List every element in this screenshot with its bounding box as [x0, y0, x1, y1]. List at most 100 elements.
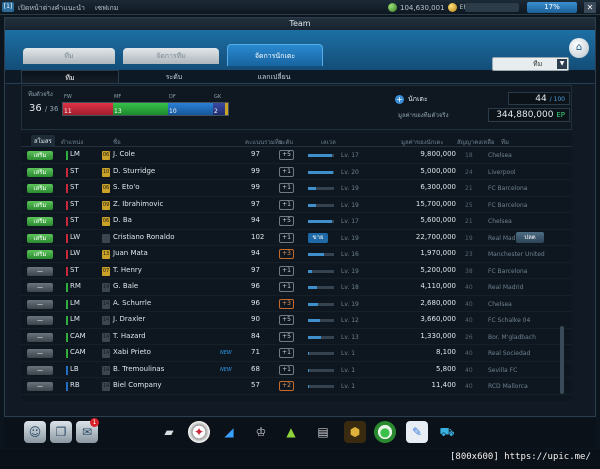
medal-icon[interactable]: ⬢: [344, 421, 366, 443]
table-row[interactable]: — LB 14 B. Tremoulinas NEW 68 +1 Lv. 1 5,800 40 Se…: [21, 362, 572, 378]
player-name[interactable]: Xabi Prieto: [113, 348, 151, 356]
table-row[interactable]: เสริม LW 13 Juan Mata 94 +3 Lv. 16 1,970,000 23 M…: [21, 246, 572, 263]
cards-icon[interactable]: ❐: [50, 421, 72, 443]
status-badge[interactable]: —: [27, 316, 53, 325]
mf-segment: MF 13: [113, 94, 168, 115]
position-color-marker: [66, 382, 68, 391]
team-value-unit: EP: [556, 111, 565, 119]
col-contract[interactable]: สัญญาคงเหลือ: [457, 137, 495, 147]
col-status[interactable]: สโมสร: [31, 135, 55, 147]
subtab-team[interactable]: ทีม: [21, 70, 119, 84]
table-row[interactable]: — RM 14 G. Bale 96 +1 Lv. 18 4,110,000 40 Real Ma…: [21, 279, 572, 296]
table-row[interactable]: — LM 14 A. Schurrle 96 +3 Lv. 19 2,680,000 40 Che…: [21, 296, 572, 312]
contract-remaining: 18: [465, 152, 473, 159]
status-badge[interactable]: เสริม: [27, 217, 53, 226]
tab-team[interactable]: ทีม: [23, 48, 115, 64]
player-team: FC Barcelona: [488, 185, 528, 192]
subtab-level[interactable]: ระดับ: [125, 70, 223, 84]
player-ovr: 102: [251, 232, 265, 241]
status-badge[interactable]: เสริม: [27, 167, 53, 177]
player-team: FC Barcelona: [488, 267, 528, 275]
release-button[interactable]: ปลด: [516, 231, 544, 243]
status-badge[interactable]: —: [27, 349, 53, 358]
player-name[interactable]: A. Schurrle: [113, 299, 151, 307]
status-badge[interactable]: —: [27, 332, 53, 342]
table-row[interactable]: — LM 14 J. Draxler 90 +5 Lv. 12 3,660,000 40 FC S…: [21, 312, 572, 329]
table-scrollbar[interactable]: [560, 326, 564, 394]
status-badge[interactable]: —: [27, 365, 53, 375]
tab-manage-team[interactable]: จัดการทีม: [123, 48, 219, 64]
player-name[interactable]: J. Draxler: [113, 315, 145, 323]
player-name[interactable]: Z. Ibrahimovic: [113, 200, 163, 208]
level-progress-fill: [308, 203, 316, 207]
status-badge[interactable]: เสริม: [27, 151, 53, 160]
status-badge[interactable]: —: [27, 382, 53, 391]
player-name[interactable]: Juan Mata: [113, 249, 148, 257]
player-name[interactable]: Cristiano Ronaldo: [113, 233, 175, 241]
player-level: Lv. 20: [341, 168, 359, 176]
col-level[interactable]: ระดับ: [279, 137, 293, 147]
club-icon[interactable]: ●: [374, 421, 396, 443]
ball-icon[interactable]: ✦: [188, 421, 210, 443]
col-exp[interactable]: เลเวล: [321, 137, 336, 147]
player-name[interactable]: J. Cole: [113, 150, 135, 158]
cone-icon[interactable]: ▲: [280, 421, 302, 443]
season-badge: 09: [102, 200, 110, 210]
player-name[interactable]: D. Sturridge: [113, 167, 155, 175]
status-badge[interactable]: เสริม: [27, 233, 53, 243]
status-badge[interactable]: —: [27, 299, 53, 309]
status-badge[interactable]: เสริม: [27, 200, 53, 210]
col-ovr[interactable]: คะแนนรวมทีม: [245, 137, 283, 147]
table-row[interactable]: เสริม LM 06 J. Cole 97 +5 Lv. 17 9,800,000 18 Che…: [21, 147, 572, 164]
player-name[interactable]: Biel Company: [113, 381, 162, 389]
home-icon[interactable]: ⌂: [569, 38, 589, 58]
col-position[interactable]: ตำแหน่ง: [61, 137, 83, 147]
table-row[interactable]: เสริม ST 06 D. Ba 94 +5 Lv. 17 5,600,000 21 Chels…: [21, 213, 572, 230]
player-name[interactable]: B. Tremoulinas: [113, 365, 164, 373]
enhancement-badge: +5: [279, 315, 294, 325]
status-badge[interactable]: เสริม: [27, 250, 53, 259]
sell-tag[interactable]: ขาย: [308, 232, 328, 243]
position-color-marker: [66, 167, 68, 177]
player-team: Chelsea: [488, 218, 512, 225]
profile-icon[interactable]: ☺: [24, 421, 46, 443]
col-name[interactable]: ชื่อ: [113, 137, 121, 147]
player-name[interactable]: T. Hazard: [113, 332, 146, 340]
table-row[interactable]: เสริม LW Cristiano Ronaldo 102 +1 ขาย Lv. 19 22…: [21, 230, 572, 246]
filter-dropdown[interactable]: ทีม ▼: [492, 57, 569, 71]
col-price[interactable]: มูลค่าของนักเตะ: [401, 137, 444, 147]
status-badge[interactable]: —: [27, 283, 53, 292]
table-row[interactable]: — CAM 14 Xabi Prieto NEW 71 +1 Lv. 1 8,100 40 Real…: [21, 345, 572, 362]
player-value: 3,660,000: [420, 315, 456, 323]
ticket-icon[interactable]: ▤: [312, 421, 334, 443]
player-name[interactable]: D. Ba: [113, 216, 132, 224]
player-name[interactable]: G. Bale: [113, 282, 138, 290]
player-name[interactable]: T. Henry: [113, 266, 142, 274]
table-row[interactable]: เสริม ST 06 S. Eto'o 99 +1 Lv. 19 6,300,000 21 FC…: [21, 180, 572, 197]
table-row[interactable]: — RB 14 Biel Company 57 +2 Lv. 1 11,400 40 RCD Ma…: [21, 378, 572, 395]
subtab-trade[interactable]: แลกเปลี่ยน: [225, 70, 323, 84]
plus-icon[interactable]: +: [395, 95, 404, 104]
save-game-menu[interactable]: เซฟเกม: [95, 3, 118, 14]
status-badge[interactable]: —: [27, 266, 53, 276]
help-menu[interactable]: เปิดหน้าต่างคำแนะนำ: [18, 3, 85, 14]
notification-badge: 1: [90, 418, 99, 427]
tab-manage-players[interactable]: จัดการนักเตะ: [227, 44, 323, 66]
trophy-icon[interactable]: ♔: [250, 421, 272, 443]
shop-icon[interactable]: ✎: [406, 421, 428, 443]
table-row[interactable]: เสริม ST 09 Z. Ibrahimovic 97 +1 Lv. 19 15,700,…: [21, 197, 572, 213]
level-progress-bar: [308, 170, 334, 174]
status-badge[interactable]: เสริม: [27, 184, 53, 193]
table-row[interactable]: — CAM 14 T. Hazard 84 +5 Lv. 13 1,330,000 26 Bor.…: [21, 329, 572, 345]
player-team: Sevilla FC: [488, 366, 518, 374]
chevron-down-icon[interactable]: ▼: [557, 59, 567, 69]
table-row[interactable]: — ST 07 T. Henry 97 +1 Lv. 19 5,200,000 38 FC Bar…: [21, 263, 572, 279]
level-progress-fill: [308, 286, 318, 289]
close-button[interactable]: ✕: [584, 2, 596, 13]
col-team[interactable]: ทีม: [501, 137, 509, 147]
cart-icon[interactable]: ⛟: [436, 421, 458, 443]
table-row[interactable]: เสริม ST 10 D. Sturridge 99 +1 Lv. 20 5,000,000…: [21, 164, 572, 180]
cleat-icon[interactable]: ◢: [218, 421, 240, 443]
player-name[interactable]: S. Eto'o: [113, 183, 140, 191]
boots-icon[interactable]: ▰: [158, 421, 180, 443]
